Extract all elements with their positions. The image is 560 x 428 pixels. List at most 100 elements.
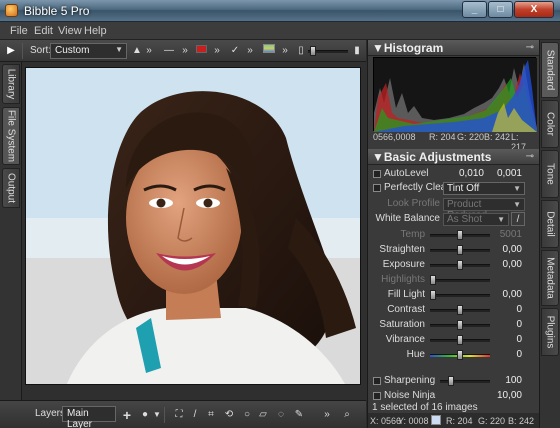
slider-knob[interactable] xyxy=(457,230,463,240)
tab-detail[interactable]: Detail xyxy=(541,200,559,248)
autolevel-value-1[interactable]: 0,010 xyxy=(459,168,484,179)
adjustment-slider[interactable] xyxy=(430,320,490,330)
more-icon[interactable]: » xyxy=(320,408,334,422)
adjustment-slider[interactable] xyxy=(430,290,490,300)
pin-icon[interactable]: ⊸ xyxy=(526,149,534,165)
polygon-icon[interactable]: ▱ xyxy=(256,408,270,422)
status-text: 1 selected of 16 images xyxy=(372,402,478,413)
fit-icon[interactable]: ⛶ xyxy=(172,408,186,422)
menu-view[interactable]: View xyxy=(58,25,82,37)
maximize-button[interactable]: □ xyxy=(488,1,513,18)
basic-adjustments-header[interactable]: ▼Basic Adjustments ⊸ xyxy=(368,149,540,165)
tab-library-label: Library xyxy=(5,68,17,100)
slider-knob[interactable] xyxy=(448,376,454,386)
slider-knob[interactable] xyxy=(457,350,463,360)
layer-select[interactable]: Main Layer xyxy=(62,406,116,428)
slider-knob[interactable] xyxy=(430,275,436,285)
lasso-icon[interactable]: ◌ xyxy=(274,408,288,422)
slider-knob[interactable] xyxy=(457,320,463,330)
adjustment-value[interactable]: 0 xyxy=(516,319,522,330)
brush-icon[interactable]: / xyxy=(188,408,202,422)
sharpening-slider[interactable] xyxy=(440,376,490,386)
zoom-out-icon[interactable]: ▯ xyxy=(294,44,308,58)
color-swatch xyxy=(431,415,441,425)
panel-toggle-icon[interactable]: ▶ xyxy=(4,44,18,58)
slider-knob[interactable] xyxy=(430,290,436,300)
noise-ninja-checkbox[interactable] xyxy=(373,392,381,400)
slider-knob[interactable] xyxy=(310,46,316,56)
color-label-icon[interactable] xyxy=(194,44,208,58)
adjustment-value[interactable]: 0 xyxy=(516,349,522,360)
adjustment-label: Saturation xyxy=(379,319,425,330)
eyedropper-icon[interactable]: ✎ xyxy=(292,408,306,422)
zoom-icon[interactable]: ⌕ xyxy=(340,408,354,422)
thumbnail-icon[interactable] xyxy=(262,44,276,58)
tab-output[interactable]: Output xyxy=(2,168,20,208)
preview-photo[interactable] xyxy=(25,67,361,385)
zoom-slider[interactable] xyxy=(308,46,348,56)
tab-plugins[interactable]: Plugins xyxy=(541,308,559,356)
perfectly-clear-label: Perfectly Clear xyxy=(384,182,450,193)
look-profile-select[interactable]: Product Reduced▼ xyxy=(443,198,525,221)
perfectly-clear-checkbox[interactable] xyxy=(373,184,381,192)
slider-knob[interactable] xyxy=(457,335,463,345)
more-icon[interactable]: » xyxy=(243,44,257,58)
adjustment-slider[interactable] xyxy=(430,275,490,285)
left-tab-bar: Library File System Output xyxy=(0,62,22,400)
adjustment-slider[interactable] xyxy=(430,230,490,240)
adjustment-slider[interactable] xyxy=(430,335,490,345)
menu-edit[interactable]: Edit xyxy=(34,25,53,37)
white-balance-select[interactable]: As Shot ▼ xyxy=(443,213,509,226)
sharpening-checkbox[interactable] xyxy=(373,377,381,385)
autolevel-value-2[interactable]: 0,001 xyxy=(497,168,522,179)
collapse-icon: ▼ xyxy=(372,150,384,164)
image-canvas[interactable] xyxy=(22,62,367,400)
perfectly-clear-select[interactable]: Tint Off ▼ xyxy=(443,182,525,195)
more-icon[interactable]: » xyxy=(210,44,224,58)
tab-metadata[interactable]: Metadata xyxy=(541,250,559,306)
close-button[interactable]: X xyxy=(514,1,554,18)
adjustment-slider[interactable] xyxy=(430,305,490,315)
adjustment-value[interactable]: 0 xyxy=(516,334,522,345)
add-layer-icon[interactable]: + xyxy=(120,408,134,422)
coord-g: G: 220 xyxy=(478,416,506,426)
autolevel-checkbox[interactable] xyxy=(373,170,381,178)
zoom-in-icon[interactable]: ▮ xyxy=(350,44,364,58)
tab-library[interactable]: Library xyxy=(2,64,20,104)
menu-help[interactable]: Help xyxy=(84,25,107,37)
histogram-info: 0566,0008 R: 204 G: 220 B: 242 L: 217 xyxy=(373,132,536,152)
tab-color[interactable]: Color xyxy=(541,100,559,148)
slider-knob[interactable] xyxy=(457,305,463,315)
more-icon[interactable]: » xyxy=(178,44,192,58)
more-icon[interactable]: » xyxy=(142,44,156,58)
circle-select-icon[interactable]: ○ xyxy=(240,408,254,422)
tab-tone[interactable]: Tone xyxy=(541,150,559,198)
adjustments-panel: ▼Histogram ⊸ 0566,0008 R: 204 G: 220 B: … xyxy=(367,40,540,428)
crop-icon[interactable]: ⌗ xyxy=(204,408,218,422)
sharpening-value[interactable]: 100 xyxy=(505,375,522,386)
rotate-icon[interactable]: ⟲ xyxy=(222,408,236,422)
histogram-header[interactable]: ▼Histogram ⊸ xyxy=(368,40,540,56)
tab-file-system[interactable]: File System xyxy=(2,107,20,165)
check-icon[interactable]: ✓ xyxy=(228,44,242,58)
adjustment-slider[interactable] xyxy=(430,245,490,255)
adjustment-value[interactable]: 0 xyxy=(516,304,522,315)
pin-icon[interactable]: ⊸ xyxy=(526,40,534,56)
slider-knob[interactable] xyxy=(457,260,463,270)
menu-file[interactable]: File xyxy=(10,25,28,37)
tab-standard[interactable]: Standard xyxy=(541,42,559,98)
minimize-button[interactable]: _ xyxy=(462,1,487,18)
adjustment-value[interactable]: 0,00 xyxy=(503,259,522,270)
sort-select[interactable]: Custom ▼ xyxy=(50,43,127,59)
line-tool-icon[interactable]: — xyxy=(162,44,176,58)
adjustment-slider[interactable] xyxy=(430,260,490,270)
more-icon[interactable]: » xyxy=(278,44,292,58)
adjustment-value[interactable]: 0,00 xyxy=(503,244,522,255)
eyedropper-icon[interactable]: / xyxy=(511,212,525,226)
noise-ninja-value[interactable]: 10,00 xyxy=(497,390,522,401)
chevron-down-icon[interactable]: ▼ xyxy=(150,408,164,422)
adjustment-value[interactable]: 0,00 xyxy=(503,289,522,300)
adjustment-value[interactable]: 5001 xyxy=(500,229,522,240)
adjustment-slider[interactable] xyxy=(430,350,490,360)
slider-knob[interactable] xyxy=(457,245,463,255)
